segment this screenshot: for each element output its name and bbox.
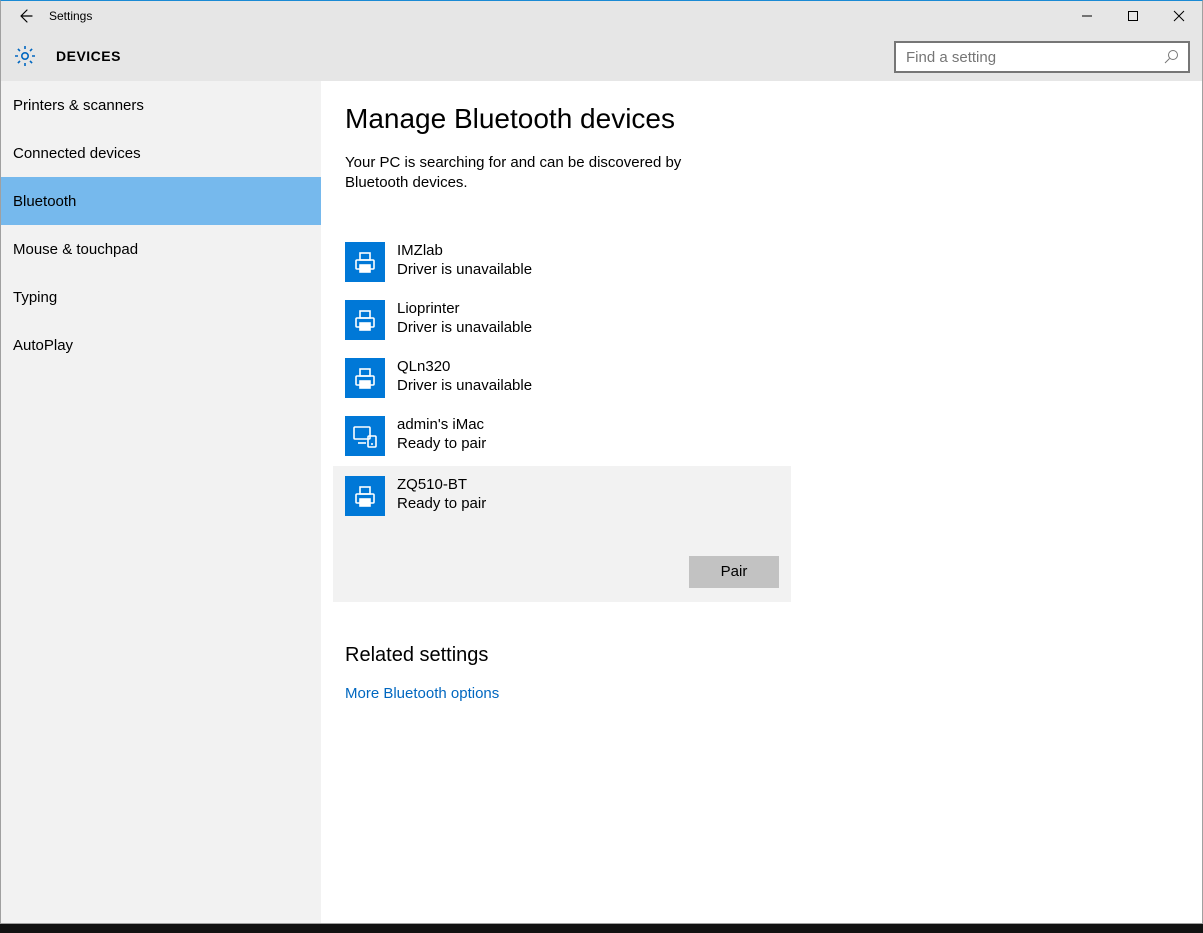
window-controls — [1064, 1, 1202, 31]
device-name: ZQ510-BT — [397, 476, 486, 494]
device-list: IMZlabDriver is unavailableLioprinterDri… — [345, 234, 1202, 602]
device-status: Driver is unavailable — [397, 376, 532, 396]
printer-icon — [345, 300, 385, 340]
sidebar-item-typing[interactable]: Typing — [1, 273, 321, 321]
sidebar-item-label: AutoPlay — [13, 337, 73, 354]
device-info: LioprinterDriver is unavailable — [397, 300, 532, 338]
device-info: admin's iMacReady to pair — [397, 416, 486, 454]
close-button[interactable] — [1156, 1, 1202, 31]
search-icon[interactable] — [1162, 48, 1180, 66]
printer-icon — [345, 242, 385, 282]
device-item[interactable]: ZQ510-BTReady to pair — [333, 466, 791, 528]
search-box[interactable] — [894, 41, 1190, 73]
printer-icon — [345, 476, 385, 516]
close-icon — [1173, 10, 1185, 22]
sidebar-item-bluetooth[interactable]: Bluetooth — [1, 177, 321, 225]
device-info: QLn320Driver is unavailable — [397, 358, 532, 396]
settings-window: Settings DEVICES — [0, 0, 1203, 924]
sidebar-item-autoplay[interactable]: AutoPlay — [1, 321, 321, 369]
maximize-button[interactable] — [1110, 1, 1156, 31]
minimize-icon — [1081, 10, 1093, 22]
section-title: DEVICES — [56, 48, 121, 64]
gear-icon — [13, 44, 37, 68]
maximize-icon — [1127, 10, 1139, 22]
more-bluetooth-options-link[interactable]: More Bluetooth options — [345, 685, 1202, 702]
minimize-button[interactable] — [1064, 1, 1110, 31]
body: Printers & scanners Connected devices Bl… — [1, 81, 1202, 923]
pair-button[interactable]: Pair — [689, 556, 779, 588]
sidebar-item-connected-devices[interactable]: Connected devices — [1, 129, 321, 177]
device-info: ZQ510-BTReady to pair — [397, 476, 486, 514]
device-name: IMZlab — [397, 242, 532, 260]
device-action-panel: Pair — [333, 528, 791, 602]
sidebar-item-mouse-touchpad[interactable]: Mouse & touchpad — [1, 225, 321, 273]
arrow-left-icon — [16, 7, 34, 25]
sidebar-item-label: Connected devices — [13, 145, 141, 162]
window-title: Settings — [49, 9, 92, 23]
device-item[interactable]: QLn320Driver is unavailable — [345, 350, 1202, 408]
sidebar-item-printers-scanners[interactable]: Printers & scanners — [1, 81, 321, 129]
device-status: Driver is unavailable — [397, 318, 532, 338]
page-title: Manage Bluetooth devices — [345, 103, 1202, 135]
page-description: Your PC is searching for and can be disc… — [345, 153, 745, 194]
titlebar: Settings — [1, 1, 1202, 31]
device-item[interactable]: admin's iMacReady to pair — [345, 408, 1202, 466]
sidebar: Printers & scanners Connected devices Bl… — [1, 81, 321, 923]
sidebar-item-label: Mouse & touchpad — [13, 241, 138, 258]
printer-icon — [345, 358, 385, 398]
device-status: Ready to pair — [397, 434, 486, 454]
taskbar[interactable] — [0, 924, 1203, 933]
device-name: Lioprinter — [397, 300, 532, 318]
device-name: admin's iMac — [397, 416, 486, 434]
sidebar-item-label: Printers & scanners — [13, 97, 144, 114]
header: DEVICES — [1, 31, 1202, 81]
device-status: Driver is unavailable — [397, 260, 532, 280]
device-item[interactable]: IMZlabDriver is unavailable — [345, 234, 1202, 292]
computer-icon — [345, 416, 385, 456]
related-settings-heading: Related settings — [345, 644, 1202, 667]
sidebar-item-label: Typing — [13, 289, 57, 306]
sidebar-item-label: Bluetooth — [13, 193, 76, 210]
settings-home-button[interactable] — [12, 43, 38, 69]
device-name: QLn320 — [397, 358, 532, 376]
device-status: Ready to pair — [397, 494, 486, 514]
back-button[interactable] — [1, 1, 49, 31]
main-content: Manage Bluetooth devices Your PC is sear… — [321, 81, 1202, 923]
device-info: IMZlabDriver is unavailable — [397, 242, 532, 280]
search-input[interactable] — [904, 48, 1162, 67]
device-item[interactable]: LioprinterDriver is unavailable — [345, 292, 1202, 350]
